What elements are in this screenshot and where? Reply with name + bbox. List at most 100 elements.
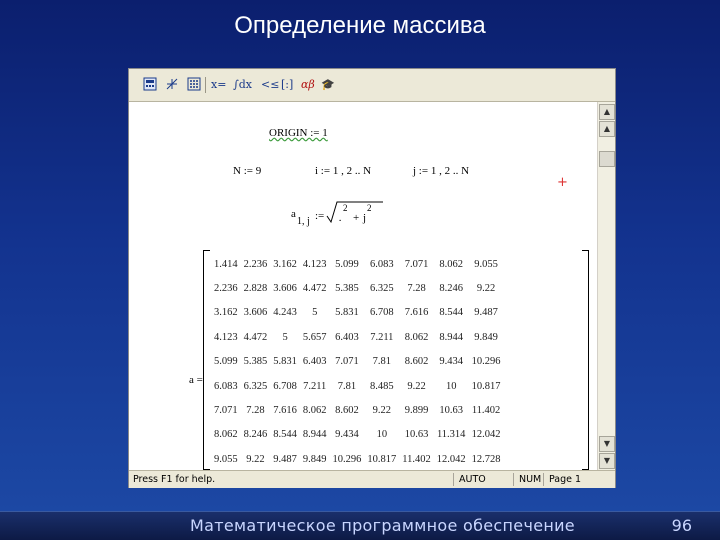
matrix-cell: 5.385 — [335, 283, 359, 295]
matrix-cell: 9.22 — [407, 380, 426, 392]
j-exponent: 2 — [367, 203, 372, 213]
matrix-cell: 6.403 — [335, 331, 359, 343]
matrix-cell: 11.314 — [436, 429, 466, 441]
j-range-definition[interactable]: j := 1 , 2 .. N — [413, 165, 469, 177]
matrix-cell: 10.817 — [367, 453, 397, 465]
matrix-cell: 3.162 — [273, 258, 297, 270]
matrix-cell: 7.071 — [214, 405, 238, 417]
matrix-cell: 9.055 — [474, 258, 498, 270]
matrix-row: 4.123 4.472 5 5.657 6.403 7.211 8.062 8.944 9.84… — [211, 325, 504, 349]
matrix-cell: 5.099 — [214, 356, 238, 368]
greek-icon[interactable]: αβ — [301, 77, 315, 93]
i-exponent: 2 — [343, 203, 348, 213]
matrix-cell: 8.062 — [404, 331, 429, 343]
scroll-up-icon[interactable]: ▲ — [599, 104, 615, 120]
matrix-cell: 7.211 — [303, 380, 327, 392]
worksheet-area[interactable]: ORIGIN := 1 N := 9 i := 1 , 2 .. N j := … — [129, 102, 597, 470]
matrix-cell: 3.606 — [243, 307, 268, 319]
scroll-thumb[interactable] — [599, 151, 615, 167]
matrix-cell: 9.055 — [214, 453, 238, 465]
insertion-cursor: + — [557, 175, 568, 190]
status-bar: Press F1 for help. AUTO NUM Page 1 — [129, 470, 615, 488]
matrix-cell: 3.162 — [214, 307, 238, 319]
matrix-row: 9.055 9.22 9.487 9.849 10.296 10.817 11.402 12.… — [211, 447, 504, 471]
matrix-row: 1.414 2.236 3.162 4.123 5.099 6.083 7.071 8.062… — [211, 252, 504, 276]
matrix-cell: 5.385 — [243, 356, 268, 368]
matrix-cell: 5 — [282, 331, 288, 343]
a-subscript: 1, j — [297, 216, 310, 227]
matrix-cell: 5 — [312, 307, 318, 319]
status-help: Press F1 for help. — [133, 474, 216, 485]
matrix-cell: 7.211 — [370, 331, 394, 343]
matrix-label: a = — [189, 374, 203, 386]
calculator-icon[interactable] — [143, 77, 157, 93]
matrix-cell: 7.28 — [246, 405, 265, 417]
matrix-cell: 8.944 — [302, 429, 327, 441]
matrix-cell: 10 — [376, 429, 388, 441]
matrix-cell: 10.63 — [404, 429, 429, 441]
matrix-cell: 8.246 — [243, 429, 268, 441]
matrix-cell: 9.899 — [404, 405, 429, 417]
matrix-cell: 8.246 — [439, 283, 463, 295]
status-num: NUM — [519, 474, 542, 485]
boolean-icon[interactable]: <≤ — [261, 77, 279, 93]
matrix-cell: 10.296 — [471, 356, 501, 368]
matrix-cell: 6.708 — [273, 380, 297, 392]
matrix-cell: 9.849 — [302, 453, 327, 465]
scroll-down-icon[interactable]: ▼ — [599, 453, 615, 469]
matrix-row: 6.083 6.325 6.708 7.211 7.81 8.485 9.22 10 10.81… — [211, 374, 504, 398]
status-divider — [513, 473, 514, 486]
i-base: . — [339, 212, 342, 224]
matrix-cell: 6.083 — [370, 258, 394, 270]
matrix-cell: 7.616 — [273, 405, 297, 417]
footer-text: Математическое программное обеспечение — [190, 516, 575, 535]
matrix-right-bracket — [582, 250, 589, 470]
matrix-cell: 4.472 — [302, 283, 327, 295]
matrix-cell: 10.63 — [439, 405, 463, 417]
matrix-row: 8.062 8.246 8.544 8.944 9.434 10 10.63 11.314 12… — [211, 423, 504, 447]
matrix-cell: 8.062 — [302, 405, 327, 417]
result-matrix[interactable]: 1.414 2.236 3.162 4.123 5.099 6.083 7.071 8.062… — [203, 250, 589, 470]
j-base: j — [363, 212, 367, 224]
matrix-cell: 7.071 — [335, 356, 359, 368]
origin-definition[interactable]: ORIGIN := 1 — [269, 127, 328, 139]
plus-operator: + — [353, 212, 360, 224]
matrix-cell: 9.487 — [474, 307, 498, 319]
matrix-cell: 1.414 — [214, 258, 238, 270]
scroll-up-page-icon[interactable]: ▲ — [599, 121, 615, 137]
matrix-cell: 4.123 — [214, 331, 238, 343]
matrix-cell: 12.728 — [471, 453, 501, 465]
matrix-cell: 12.042 — [436, 453, 466, 465]
mathcad-window: x= ∫dx <≤ [:] αβ 🎓 ORIGIN := 1 N := 9 i … — [128, 68, 616, 488]
matrix-cell: 12.042 — [471, 429, 501, 441]
matrix-row: 3.162 3.606 4.243 5 5.831 6.708 7.616 8.544 9.48… — [211, 301, 504, 325]
matrix-cell: 4.472 — [243, 331, 268, 343]
matrix-cell: 9.487 — [273, 453, 297, 465]
matrix-cell: 10 — [445, 380, 457, 392]
matrix-icon[interactable] — [187, 77, 201, 93]
scroll-down-page-icon[interactable]: ▼ — [599, 436, 615, 452]
matrix-cell: 3.606 — [273, 283, 297, 295]
matrix-cell: 7.616 — [404, 307, 429, 319]
status-page: Page 1 — [549, 474, 582, 485]
matrix-cell: 2.236 — [214, 283, 238, 295]
matrix-cell: 8.544 — [439, 307, 463, 319]
matrix-cell: 9.22 — [476, 283, 496, 295]
matrix-cell: 2.828 — [243, 283, 268, 295]
symbolic-icon[interactable]: 🎓 — [321, 77, 335, 93]
matrix-cell: 8.602 — [404, 356, 429, 368]
matrix-cell: 5.831 — [273, 356, 297, 368]
n-definition[interactable]: N := 9 — [233, 165, 261, 177]
matrix-cell: 8.602 — [335, 405, 359, 417]
matrix-cell: 6.325 — [370, 283, 394, 295]
toolbar-separator — [205, 77, 206, 93]
graph-icon[interactable] — [165, 77, 179, 93]
matrix-row: 5.099 5.385 5.831 6.403 7.071 7.81 8.602 9.434 1… — [211, 350, 504, 374]
evaluate-icon[interactable]: x= — [211, 77, 226, 93]
matrix-row: 7.071 7.28 7.616 8.062 8.602 9.22 9.899 10.63 11… — [211, 398, 504, 422]
calculus-icon[interactable]: ∫dx — [233, 77, 252, 93]
vertical-scrollbar[interactable]: ▲ ▲ ▼ ▼ — [597, 102, 615, 470]
programming-icon[interactable]: [:] — [281, 77, 293, 93]
i-range-definition[interactable]: i := 1 , 2 .. N — [315, 165, 371, 177]
slide-footer: Математическое программное обеспечение 9… — [0, 511, 720, 540]
